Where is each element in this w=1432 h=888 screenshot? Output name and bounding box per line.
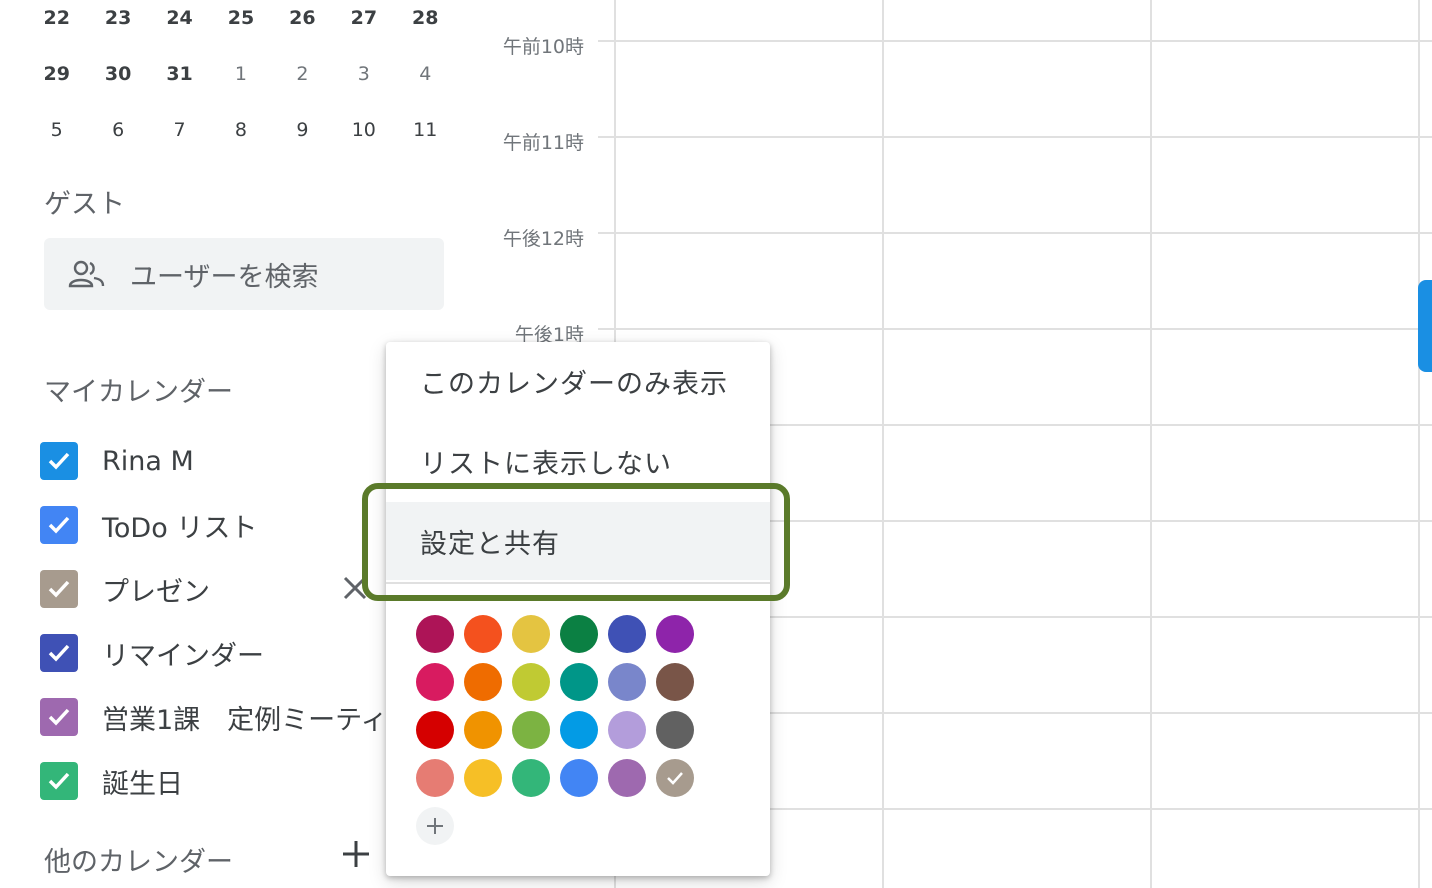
calendar-label: 誕生日: [102, 768, 183, 800]
grid-column-divider: [1150, 0, 1152, 888]
add-custom-color-button[interactable]: [416, 807, 454, 845]
color-swatch[interactable]: [416, 711, 454, 749]
color-swatch[interactable]: [416, 663, 454, 701]
check-icon: [667, 772, 683, 785]
grid-hour-line: [598, 136, 1432, 138]
menu-item-label: リストに表示しない: [420, 448, 672, 480]
time-label-10am: 午前10時: [502, 36, 584, 58]
mini-calendar-day[interactable]: 26: [272, 0, 333, 56]
mini-calendar-day[interactable]: 5: [26, 112, 87, 168]
mini-calendar-day[interactable]: 31: [149, 56, 210, 112]
check-icon: [48, 644, 70, 662]
color-swatch[interactable]: [656, 663, 694, 701]
color-swatch[interactable]: [416, 615, 454, 653]
mini-calendar-week-1: 22 23 24 25 26 27 28: [26, 0, 456, 56]
calendar-item-birthday[interactable]: 誕生日: [40, 761, 183, 801]
check-icon: [48, 708, 70, 726]
color-swatch[interactable]: [512, 663, 550, 701]
check-icon: [48, 580, 70, 598]
mini-calendar-day[interactable]: 2: [272, 56, 333, 112]
color-swatch[interactable]: [560, 663, 598, 701]
checkbox-reminder[interactable]: [40, 634, 78, 672]
calendar-item-todo[interactable]: ToDo リスト: [40, 505, 257, 545]
check-icon: [48, 772, 70, 790]
grid-hour-line: [598, 328, 1432, 330]
checkbox-todo[interactable]: [40, 506, 78, 544]
color-swatch[interactable]: [560, 759, 598, 797]
add-other-calendar-button[interactable]: [340, 838, 372, 874]
check-icon: [48, 452, 70, 470]
mini-calendar-day[interactable]: 24: [149, 0, 210, 56]
color-swatch[interactable]: [656, 711, 694, 749]
color-swatch[interactable]: [608, 711, 646, 749]
color-swatch[interactable]: [560, 711, 598, 749]
grid-column-divider: [1418, 0, 1420, 888]
my-calendars-title: マイカレンダー: [44, 377, 233, 408]
menu-item-show-only-this[interactable]: このカレンダーのみ表示: [386, 342, 770, 420]
color-swatch[interactable]: [464, 711, 502, 749]
color-swatch[interactable]: [512, 711, 550, 749]
people-icon: [68, 260, 105, 288]
color-swatch[interactable]: [608, 759, 646, 797]
time-label-12pm: 午後12時: [502, 228, 584, 250]
calendar-item-rina[interactable]: Rina M: [40, 441, 194, 481]
mini-calendar-day[interactable]: 23: [87, 0, 148, 56]
calendar-label: ToDo リスト: [102, 512, 258, 544]
menu-item-label: このカレンダーのみ表示: [420, 368, 728, 400]
color-swatch[interactable]: [656, 615, 694, 653]
check-icon: [48, 516, 70, 534]
mini-calendar-day[interactable]: 28: [395, 0, 456, 56]
mini-calendar-week-2: 29 30 31 1 2 3 4: [26, 56, 456, 112]
plus-icon: [427, 818, 443, 834]
grid-hour-line: [598, 232, 1432, 234]
mini-calendar-day[interactable]: 7: [149, 112, 210, 168]
color-swatch[interactable]: [416, 759, 454, 797]
checkbox-sales-meeting[interactable]: [40, 698, 78, 736]
color-swatch[interactable]: [464, 615, 502, 653]
side-panel-tab[interactable]: [1418, 280, 1432, 372]
calendar-item-presentation[interactable]: プレゼン: [40, 569, 210, 609]
calendar-label: プレゼン: [102, 576, 210, 608]
checkbox-birthday[interactable]: [40, 762, 78, 800]
grid-hour-line: [598, 40, 1432, 42]
checkbox-rina[interactable]: [40, 442, 78, 480]
guest-search-placeholder: ユーザーを検索: [130, 261, 319, 293]
calendar-label: Rina M: [102, 445, 194, 477]
checkbox-presentation[interactable]: [40, 570, 78, 608]
calendar-label: リマインダー: [102, 640, 264, 672]
color-swatch[interactable]: [464, 663, 502, 701]
calendar-item-sales-meeting[interactable]: 営業1課 定例ミーティ: [40, 697, 388, 737]
color-swatch[interactable]: [512, 615, 550, 653]
guest-search-input[interactable]: ユーザーを検索: [44, 238, 444, 310]
mini-calendar-day[interactable]: 11: [395, 112, 456, 168]
plus-icon: [343, 841, 369, 867]
mini-calendar-day[interactable]: 29: [26, 56, 87, 112]
color-swatch[interactable]: [608, 663, 646, 701]
calendar-label: 営業1課 定例ミーティ: [102, 704, 388, 736]
grid-column-divider: [882, 0, 884, 888]
color-swatch[interactable]: [608, 615, 646, 653]
mini-calendar-day[interactable]: 25: [210, 0, 271, 56]
mini-calendar-day[interactable]: 3: [333, 56, 394, 112]
mini-calendar-day[interactable]: 9: [272, 112, 333, 168]
calendar-options-menu: このカレンダーのみ表示 リストに表示しない 設定と共有: [386, 342, 770, 876]
color-swatch[interactable]: [656, 759, 694, 797]
mini-calendar-week-3: 5 6 7 8 9 10 11: [26, 112, 456, 168]
color-swatch[interactable]: [512, 759, 550, 797]
mini-calendar-day[interactable]: 10: [333, 112, 394, 168]
mini-calendar-day[interactable]: 8: [210, 112, 271, 168]
color-swatch[interactable]: [464, 759, 502, 797]
color-swatch[interactable]: [560, 615, 598, 653]
mini-calendar-day[interactable]: 27: [333, 0, 394, 56]
annotation-highlight-box: [362, 483, 790, 601]
time-label-11am: 午前11時: [502, 132, 584, 154]
mini-calendar-day[interactable]: 6: [87, 112, 148, 168]
guests-title: ゲスト: [44, 189, 125, 220]
mini-calendar-day[interactable]: 22: [26, 0, 87, 56]
mini-calendar-day[interactable]: 1: [210, 56, 271, 112]
other-calendars-title: 他のカレンダー: [44, 847, 233, 878]
mini-calendar-day[interactable]: 30: [87, 56, 148, 112]
calendar-item-reminder[interactable]: リマインダー: [40, 633, 264, 673]
mini-calendar-day[interactable]: 4: [395, 56, 456, 112]
